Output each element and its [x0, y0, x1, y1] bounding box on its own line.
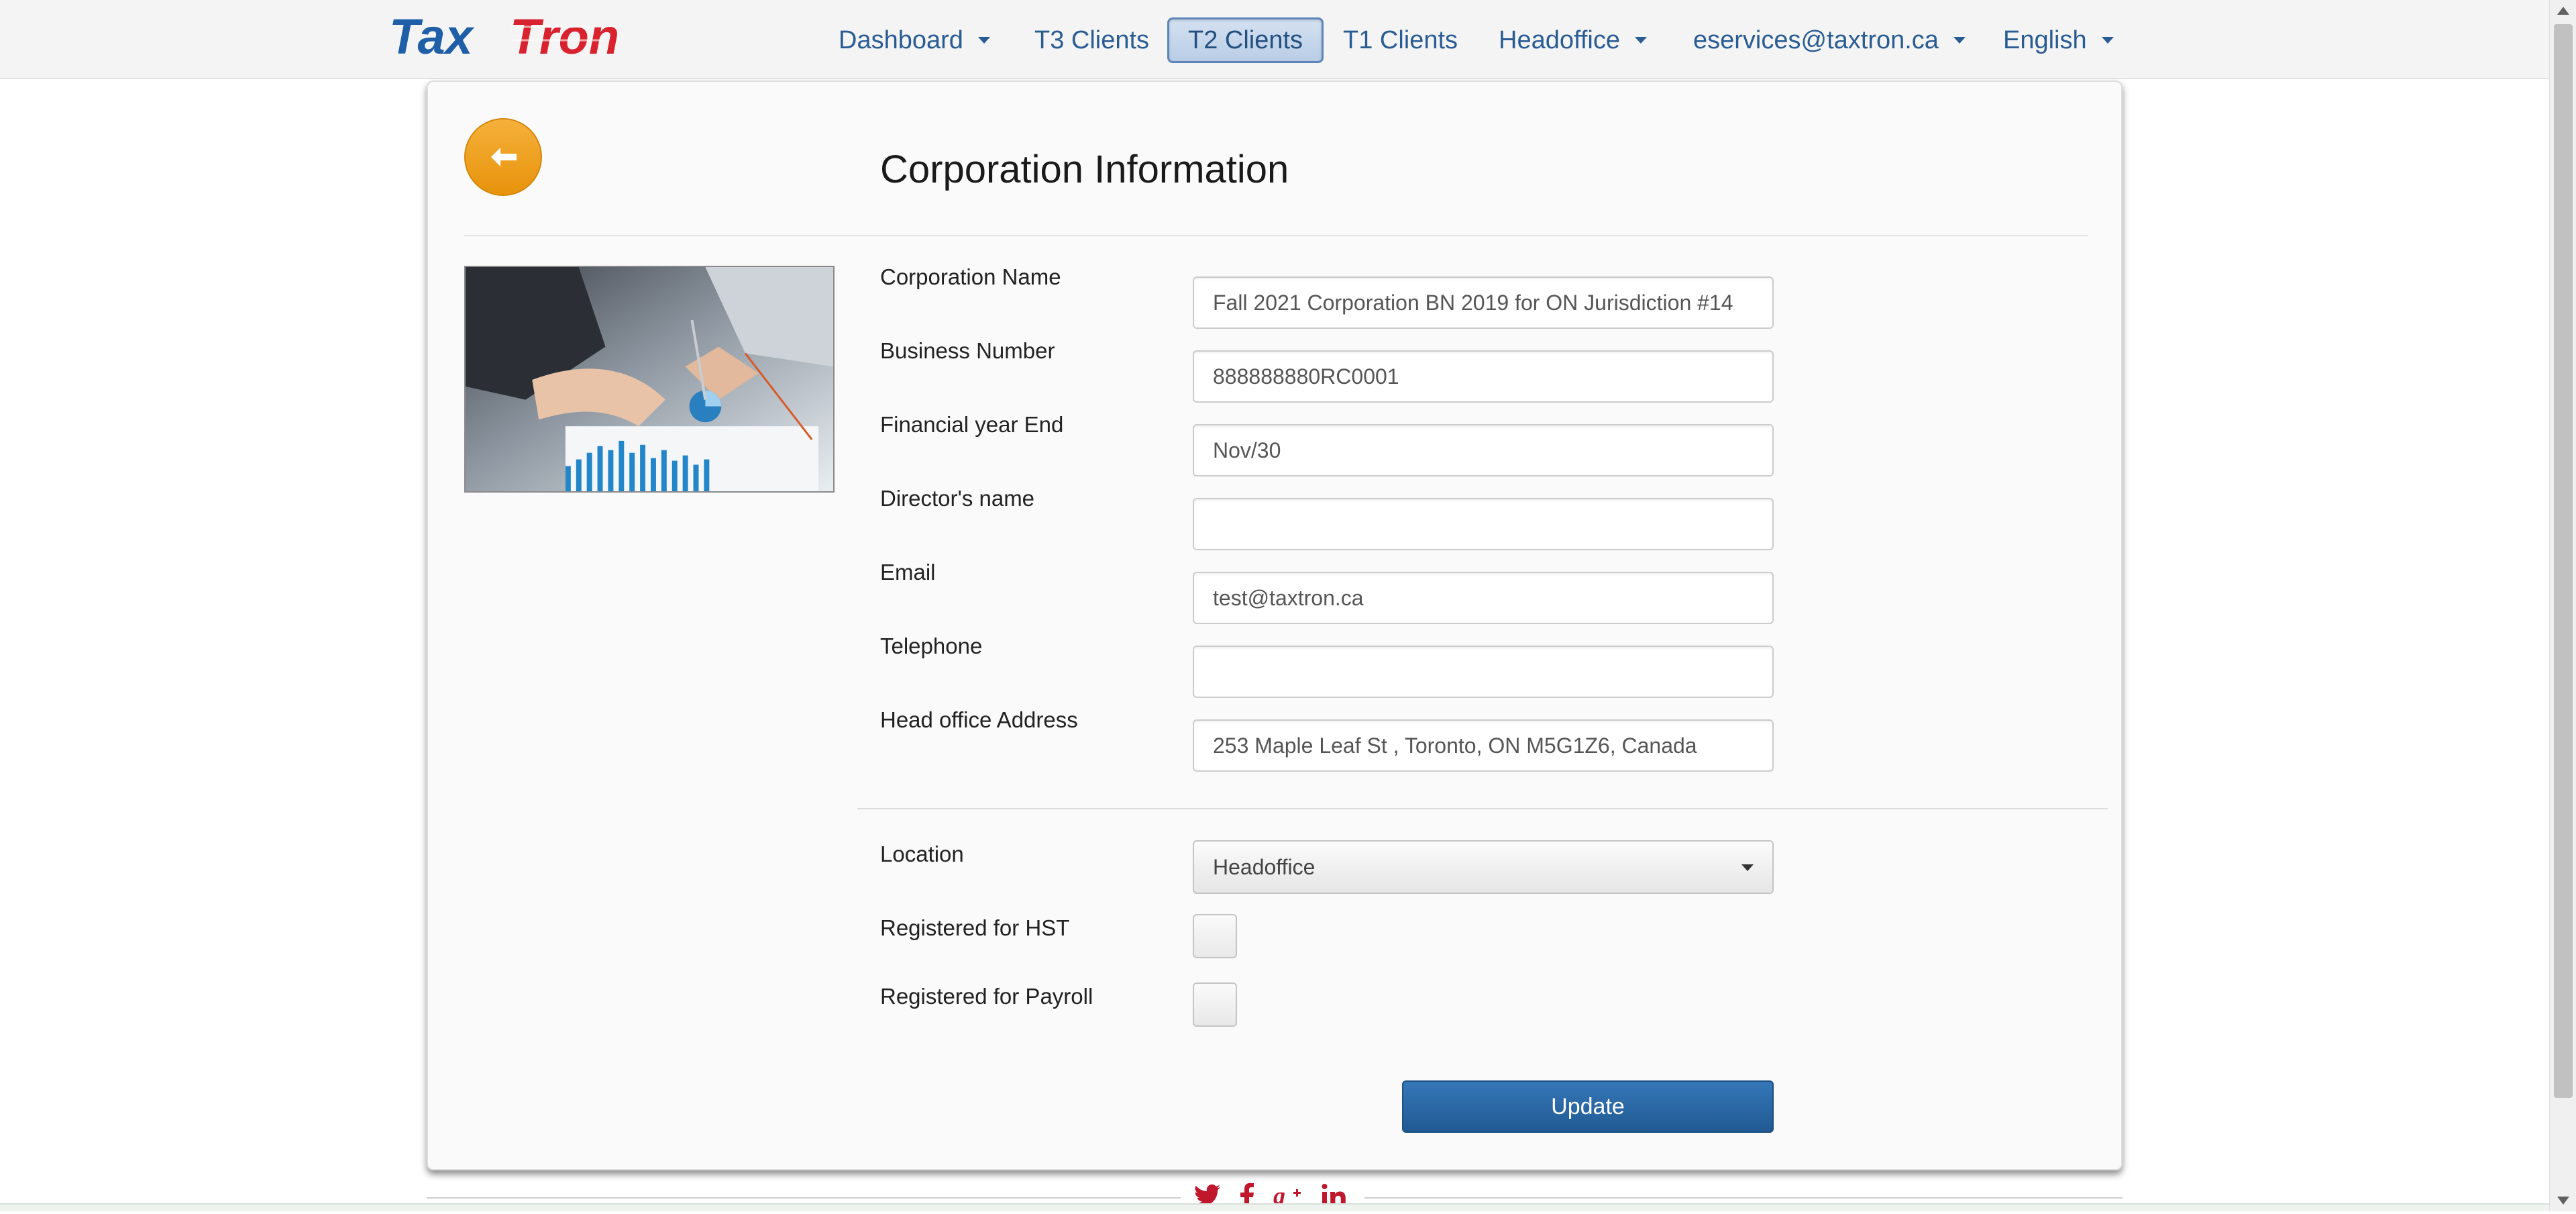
chevron-down-icon: [1953, 37, 1966, 44]
top-navbar: Tax Tron Dashboard T3 Clients T2 Clients…: [0, 0, 2549, 79]
page-scrollbar[interactable]: [2549, 0, 2576, 1211]
scroll-down-icon[interactable]: [2557, 1197, 2569, 1205]
email-label: Email: [880, 560, 936, 585]
financial-year-end-label: Financial year End: [880, 412, 1064, 437]
registered-hst-label: Registered for HST: [880, 915, 1070, 940]
svg-text:Tron: Tron: [510, 11, 619, 64]
bottom-strip: [0, 1203, 2549, 1211]
arrow-left-icon: [491, 148, 517, 166]
nav-t2-clients-label: T2 Clients: [1188, 26, 1303, 54]
nav-language[interactable]: English: [1984, 17, 2133, 63]
corporation-name-label: Corporation Name: [880, 264, 1061, 289]
footer-divider-right: [1364, 1197, 2123, 1199]
head-office-address-input[interactable]: [1193, 719, 1774, 772]
taxtron-logo[interactable]: Tax Tron: [389, 11, 671, 64]
directors-name-label: Director's name: [880, 486, 1035, 511]
taxtron-logo-graphic: Tax Tron: [389, 11, 619, 64]
business-photo: [464, 266, 835, 493]
nav-account-label: eservices@taxtron.ca: [1693, 26, 1939, 54]
nav-headoffice-label: Headoffice: [1499, 26, 1620, 54]
nav-t3-clients-label: T3 Clients: [1034, 26, 1150, 54]
telephone-input[interactable]: [1193, 646, 1774, 698]
nav-dashboard[interactable]: Dashboard: [820, 17, 1009, 63]
title-divider: [464, 235, 2088, 236]
section-divider: [857, 808, 2108, 809]
scroll-thumb[interactable]: [2554, 24, 2573, 1098]
registered-payroll-label: Registered for Payroll: [880, 984, 1093, 1009]
corporation-info-card: Corporation Information Corporation Name…: [427, 81, 2123, 1170]
nav-t1-clients-label: T1 Clients: [1343, 26, 1458, 54]
chevron-down-icon: [2101, 37, 2114, 44]
chevron-down-icon: [977, 37, 990, 44]
svg-text:Tax: Tax: [389, 11, 475, 64]
location-selected-value: Headoffice: [1213, 854, 1316, 879]
footer-divider-left: [427, 1197, 1181, 1199]
corporation-name-input[interactable]: [1193, 276, 1774, 329]
business-number-input[interactable]: [1193, 350, 1774, 403]
head-office-address-label: Head office Address: [880, 707, 1078, 732]
nav-dashboard-label: Dashboard: [839, 26, 963, 54]
nav-t2-clients[interactable]: T2 Clients: [1167, 17, 1324, 63]
email-input[interactable]: [1193, 572, 1774, 624]
registered-payroll-checkbox[interactable]: [1193, 982, 1237, 1027]
financial-year-end-input[interactable]: [1193, 424, 1774, 476]
location-label: Location: [880, 842, 964, 866]
chevron-down-icon: [1634, 37, 1647, 44]
business-number-label: Business Number: [880, 338, 1055, 363]
directors-name-input[interactable]: [1193, 498, 1774, 550]
scroll-up-icon[interactable]: [2557, 7, 2569, 15]
business-meeting-image: [466, 267, 833, 491]
back-button[interactable]: [464, 118, 542, 196]
page-title: Corporation Information: [880, 148, 1289, 191]
update-button[interactable]: Update: [1402, 1080, 1774, 1133]
registered-hst-checkbox[interactable]: [1193, 914, 1237, 958]
nav-headoffice[interactable]: Headoffice: [1480, 17, 1666, 63]
location-select[interactable]: Headoffice: [1193, 840, 1774, 894]
nav-account[interactable]: eservices@taxtron.ca: [1674, 17, 1984, 63]
chevron-down-icon: [1741, 864, 1754, 871]
nav-t1-clients[interactable]: T1 Clients: [1324, 17, 1477, 63]
nav-language-label: English: [2003, 26, 2087, 54]
nav-t3-clients[interactable]: T3 Clients: [1016, 17, 1168, 63]
telephone-label: Telephone: [880, 634, 983, 658]
